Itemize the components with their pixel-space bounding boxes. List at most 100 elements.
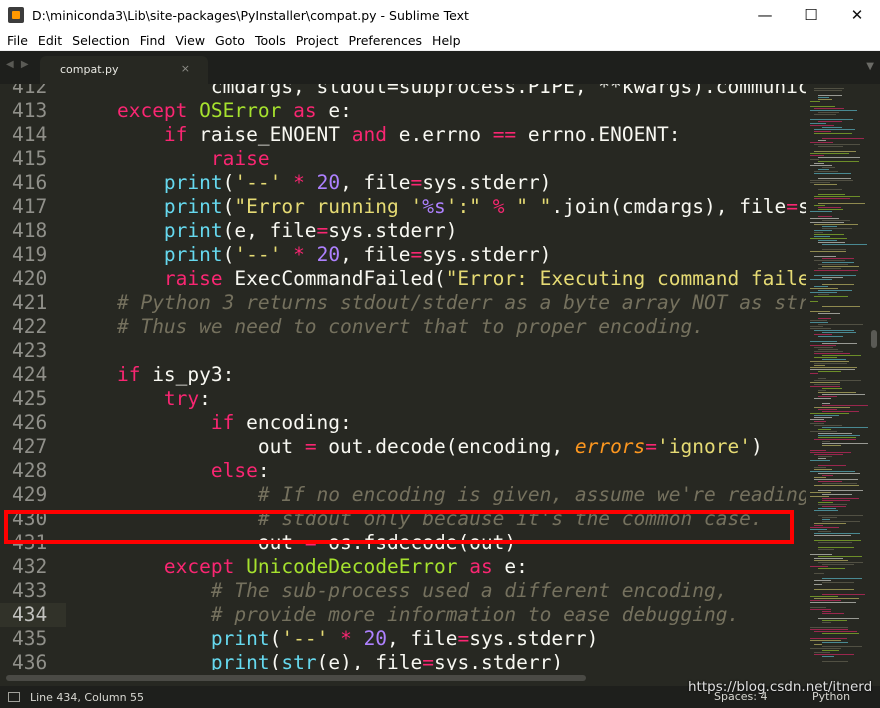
line-number: 428 [12,459,48,482]
line-number: 423 [12,339,48,362]
code-line[interactable]: print(str(e), file=sys.stderr) [70,651,806,670]
minimap-line [810,211,832,212]
menu-file[interactable]: File [2,33,33,48]
line-number: 418 [12,219,48,242]
minimap-line [810,596,838,597]
minimap-line [814,525,823,526]
minimap-line [814,380,861,381]
menu-preferences[interactable]: Preferences [344,33,428,48]
menu-edit[interactable]: Edit [33,33,67,48]
code-line[interactable]: out = out.decode(encoding, errors='ignor… [70,435,806,459]
menu-tools[interactable]: Tools [250,33,291,48]
code-line[interactable]: print(e, file=sys.stderr) [70,219,806,243]
minimap-line [822,494,852,495]
minimap-line [822,394,865,395]
minimap-line [822,127,842,128]
minimap-line [822,262,854,263]
minimap-line [814,363,847,364]
minimap-line [822,226,837,227]
minimap-line [810,218,839,219]
menu-selection[interactable]: Selection [67,33,135,48]
code-line[interactable]: print('--' * 20, file=sys.stderr) [70,243,806,267]
code-line[interactable]: # provide more information to ease debug… [70,603,806,627]
minimap-line [818,242,845,243]
minimap-line [818,502,833,503]
minimap-line [822,411,859,412]
code-line[interactable]: # Python 3 returns stdout/stderr as a by… [70,291,806,315]
code-line[interactable]: if raise_ENOENT and e.errno == errno.ENO… [70,123,806,147]
panel-toggle-icon[interactable] [8,692,20,702]
code-line[interactable]: try: [70,387,806,411]
code-line[interactable]: except OSError as e: [70,99,806,123]
code-line[interactable]: if is_py3: [70,363,806,387]
minimap-line [822,620,847,621]
code-line[interactable]: print('--' * 20, file=sys.stderr) [70,171,806,195]
minimap-line [818,504,847,505]
menu-find[interactable]: Find [135,33,171,48]
code-line[interactable]: print("Error running '%s':" % " ".join(c… [70,195,806,219]
cursor-position: Line 434, Column 55 [30,690,145,704]
vertical-scrollbar[interactable] [868,84,880,670]
minimap-line [822,244,867,245]
code-area[interactable]: cmdargs, stdout=subprocess.PIPE, **kwarg… [70,84,806,670]
title-bar: D:\miniconda3\Lib\site-packages\PyInstal… [0,0,880,30]
close-button[interactable]: ✕ [834,0,880,30]
minimap-line [818,324,863,325]
minimap[interactable] [806,84,868,670]
line-number: 412 [12,84,48,98]
minimap-line [814,510,838,511]
menu-view[interactable]: View [170,33,210,48]
minimap-line [818,409,837,410]
minimap-line [822,594,865,595]
minimap-line [818,157,860,158]
line-number: 426 [12,411,48,434]
code-line[interactable]: except UnicodeDecodeError as e: [70,555,806,579]
minimap-line [814,330,854,331]
minimap-line [822,650,839,651]
code-line[interactable]: # The sub-process used a different encod… [70,579,806,603]
minimap-line [814,439,856,440]
minimap-line [814,275,856,276]
horizontal-scrollbar-thumb[interactable] [6,675,586,681]
window-title: D:\miniconda3\Lib\site-packages\PyInstal… [32,7,469,23]
code-editor[interactable]: 412 413 414 415 416 417 418 419 420 421 422 423 424 4… [0,84,880,670]
code-line[interactable]: ​ [70,339,806,363]
minimap-line [810,640,841,641]
maximize-button[interactable]: ☐ [788,0,834,30]
menu-goto[interactable]: Goto [210,33,250,48]
tab-close-icon[interactable]: × [181,62,190,75]
code-line[interactable]: if encoding: [70,411,806,435]
minimap-line [822,582,854,583]
minimap-line [814,584,822,585]
code-line[interactable]: cmdargs, stdout=subprocess.PIPE, **kwarg… [70,84,806,99]
minimap-line [818,203,865,204]
code-line[interactable]: # Thus we need to convert that to proper… [70,315,806,339]
code-line[interactable]: else: [70,459,806,483]
minimap-line [810,123,826,124]
minimap-line [810,431,837,432]
code-line[interactable]: raise [70,147,806,171]
tab-compat-py[interactable]: compat.py × [40,56,208,84]
menu-project[interactable]: Project [291,33,344,48]
minimap-line [818,456,832,457]
minimap-line [818,97,829,98]
code-line[interactable]: raise ExecCommandFailed("Error: Executin… [70,267,806,291]
minimap-line [818,490,863,491]
code-line[interactable]: print('--' * 20, file=sys.stderr) [70,627,806,651]
minimap-line [814,652,830,653]
minimap-line [814,644,822,645]
tab-dropdown-icon[interactable]: ▼ [866,61,874,72]
minimap-line [814,234,844,235]
scrollbar-thumb[interactable] [871,330,877,348]
line-number: 435 [12,627,48,650]
minimap-line [814,173,851,174]
minimap-line [818,542,852,543]
minimap-line [810,292,837,293]
minimap-line [822,167,835,168]
minimize-button[interactable]: — [742,0,788,30]
minimap-line [822,359,846,360]
menu-help[interactable]: Help [427,33,466,48]
tab-scroll-arrows-icon[interactable]: ◀ ▶ [6,59,31,70]
code-line[interactable]: # If no encoding is given, assume we're … [70,483,806,507]
minimap-line [810,529,827,530]
